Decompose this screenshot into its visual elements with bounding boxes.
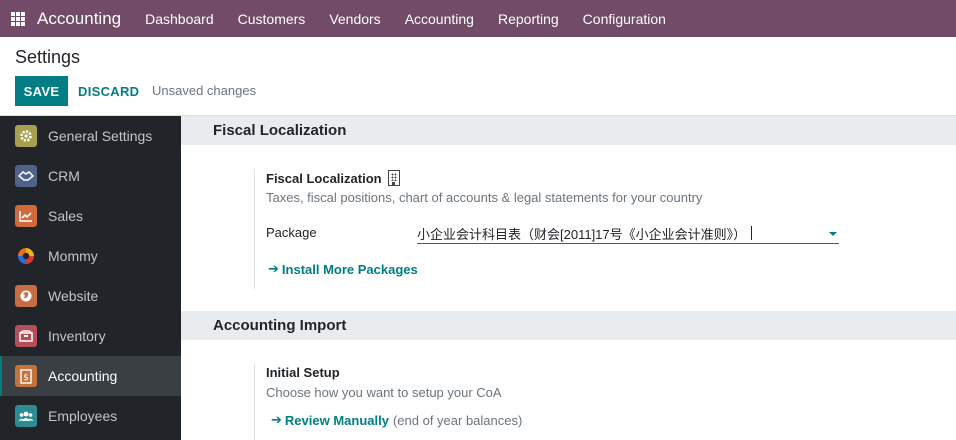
menu-configuration[interactable]: Configuration	[583, 11, 666, 27]
apps-grid-icon[interactable]	[11, 11, 25, 26]
review-manually-link[interactable]: ➔ Review Manually (end of year balances)	[271, 412, 522, 428]
discard-button[interactable]: DISCARD	[78, 76, 139, 106]
svg-text:$: $	[23, 373, 29, 383]
gear-icon	[15, 125, 37, 147]
save-button[interactable]: SAVE	[15, 76, 68, 106]
people-icon	[15, 405, 37, 427]
review-manually-label: Review Manually	[284, 412, 389, 428]
sidebar-item-label: Inventory	[48, 328, 106, 344]
sidebar-item-label: Employees	[48, 408, 118, 424]
app-brand[interactable]: Accounting	[37, 9, 121, 29]
menu-reporting[interactable]: Reporting	[498, 11, 559, 27]
sidebar-item-crm[interactable]: CRM	[0, 156, 181, 196]
review-manually-note: (end of year balances)	[392, 412, 523, 428]
text-cursor	[751, 226, 753, 240]
sidebar-item-inventory[interactable]: Inventory	[0, 316, 181, 356]
initial-setup-description: Choose how you want to setup your CoA	[266, 385, 502, 400]
fiscal-setting-description: Taxes, fiscal positions, chart of accoun…	[266, 190, 703, 205]
section-header-fiscal: Fiscal Localization	[181, 116, 956, 145]
setting-divider	[254, 169, 255, 289]
menu-dashboard[interactable]: Dashboard	[145, 11, 214, 27]
sidebar-item-website[interactable]: Website	[0, 276, 181, 316]
control-panel: Settings SAVE DISCARD Unsaved changes	[0, 37, 956, 116]
sidebar-item-label: Accounting	[48, 368, 118, 384]
setting-divider	[254, 364, 255, 440]
sidebar-item-label: Mommy	[48, 248, 98, 264]
chevron-down-icon[interactable]	[829, 232, 837, 236]
menu-vendors[interactable]: Vendors	[329, 11, 380, 27]
sidebar-item-mommy[interactable]: Mommy	[0, 236, 181, 276]
sidebar-item-label: Website	[48, 288, 99, 304]
package-label: Package	[266, 225, 317, 240]
arrow-right-icon: ➔	[268, 261, 279, 276]
menu-customers[interactable]: Customers	[238, 11, 306, 27]
dollar-doc-icon: $	[15, 365, 37, 387]
globe-icon	[15, 285, 37, 307]
settings-sidebar: General Settings CRM Sales Mommy Website…	[0, 116, 181, 440]
package-select-value: 小企业会计科目表（财会[2011]17号《小企业会计准则》）	[417, 226, 747, 242]
install-more-packages-link[interactable]: ➔ Install More Packages	[268, 261, 418, 277]
arrow-right-icon: ➔	[271, 412, 282, 427]
sidebar-item-label: Sales	[48, 208, 84, 224]
company-building-icon	[387, 170, 400, 186]
package-select[interactable]: 小企业会计科目表（财会[2011]17号《小企业会计准则》）	[417, 223, 839, 244]
fiscal-setting-title-text: Fiscal Localization	[266, 170, 382, 186]
sidebar-item-employees[interactable]: Employees	[0, 396, 181, 436]
page-title: Settings	[15, 47, 81, 67]
box-icon	[15, 325, 37, 347]
sidebar-item-general-settings[interactable]: General Settings	[0, 116, 181, 156]
sidebar-item-accounting[interactable]: $ Accounting	[0, 356, 181, 396]
fiscal-setting-title: Fiscal Localization	[266, 170, 400, 186]
menu-accounting[interactable]: Accounting	[405, 11, 474, 27]
install-more-packages-label: Install More Packages	[281, 261, 418, 277]
top-navbar: Accounting Dashboard Customers Vendors A…	[0, 0, 956, 37]
initial-setup-title: Initial Setup	[266, 365, 340, 380]
chart-icon	[15, 205, 37, 227]
sidebar-item-label: General Settings	[48, 128, 153, 144]
section-header-accounting-import: Accounting Import	[181, 311, 956, 340]
sidebar-item-label: CRM	[48, 168, 80, 184]
mommy-logo-icon	[15, 245, 37, 267]
unsaved-status: Unsaved changes	[152, 83, 257, 98]
settings-main: Fiscal Localization Fiscal Localization …	[181, 116, 956, 440]
handshake-icon	[15, 165, 37, 187]
sidebar-item-sales[interactable]: Sales	[0, 196, 181, 236]
